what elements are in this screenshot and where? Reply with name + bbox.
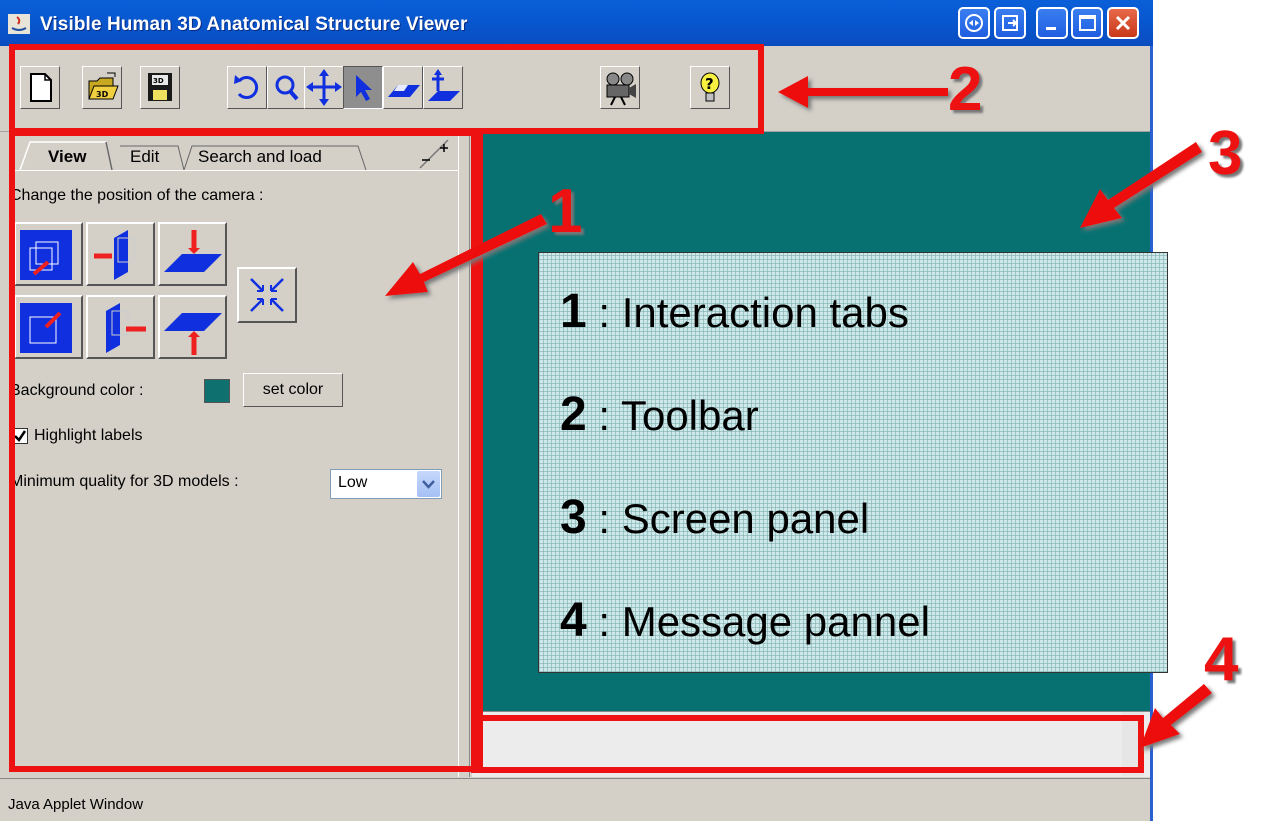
annotation-number-3: 3 (1208, 119, 1243, 188)
arrow-2 (778, 76, 948, 108)
annotation-number-2: 2 (948, 55, 983, 124)
arrow-4 (1140, 684, 1212, 748)
annotation-number-1: 1 (548, 177, 583, 246)
annotation-arrows (385, 76, 1212, 748)
annotation-number-4: 4 (1204, 625, 1239, 694)
arrow-1 (385, 214, 547, 296)
arrow-3 (1080, 142, 1202, 228)
